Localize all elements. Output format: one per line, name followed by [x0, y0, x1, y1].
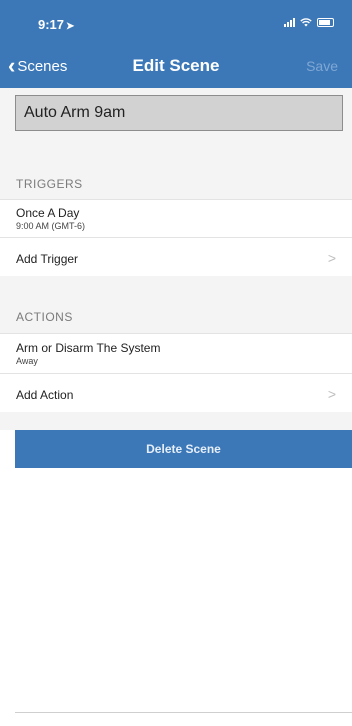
section-spacer — [0, 412, 352, 430]
chevron-right-icon: > — [327, 386, 336, 402]
cellular-signal-icon — [284, 18, 295, 27]
clock: 9:17 — [38, 17, 65, 32]
add-action-row[interactable]: Add Action > — [0, 373, 352, 413]
trigger-row[interactable]: Once A Day 9:00 AM (GMT-6) — [0, 199, 352, 238]
top-bar: 9:17 ➤ ‹ Scenes Edit Scene Save — [0, 0, 352, 88]
add-action-label: Add Action — [16, 388, 74, 402]
triggers-section-header: TRIGGERS — [0, 160, 352, 200]
status-bar: 9:17 ➤ — [0, 0, 352, 44]
save-button[interactable]: Save — [306, 58, 338, 74]
chevron-right-icon: > — [327, 250, 336, 266]
add-trigger-label: Add Trigger — [16, 252, 79, 266]
location-icon: ➤ — [66, 21, 75, 32]
add-trigger-row[interactable]: Add Trigger > — [0, 237, 352, 277]
triggers-header: TRIGGERS — [16, 177, 83, 191]
action-subtitle: Away — [16, 356, 38, 366]
status-icons — [284, 18, 334, 27]
trigger-title: Once A Day — [16, 206, 80, 220]
wifi-icon — [300, 18, 312, 27]
bottom-divider — [15, 712, 352, 713]
delete-scene-button[interactable]: Delete Scene — [15, 430, 352, 468]
status-time: 9:17 ➤ — [38, 17, 74, 32]
name-section: Auto Arm 9am — [0, 88, 352, 160]
page-title: Edit Scene — [132, 56, 220, 75]
action-title: Arm or Disarm The System — [16, 341, 161, 355]
scene-editor-screen: 9:17 ➤ ‹ Scenes Edit Scene Save Auto Arm… — [0, 0, 352, 726]
trigger-subtitle: 9:00 AM (GMT-6) — [16, 221, 86, 231]
actions-section-header: ACTIONS — [0, 276, 352, 333]
battery-icon — [317, 18, 334, 27]
actions-header: ACTIONS — [16, 310, 73, 324]
action-row[interactable]: Arm or Disarm The System Away — [0, 333, 352, 374]
scene-name-field[interactable]: Auto Arm 9am — [15, 95, 343, 131]
navigation-bar: ‹ Scenes Edit Scene Save — [0, 44, 352, 88]
